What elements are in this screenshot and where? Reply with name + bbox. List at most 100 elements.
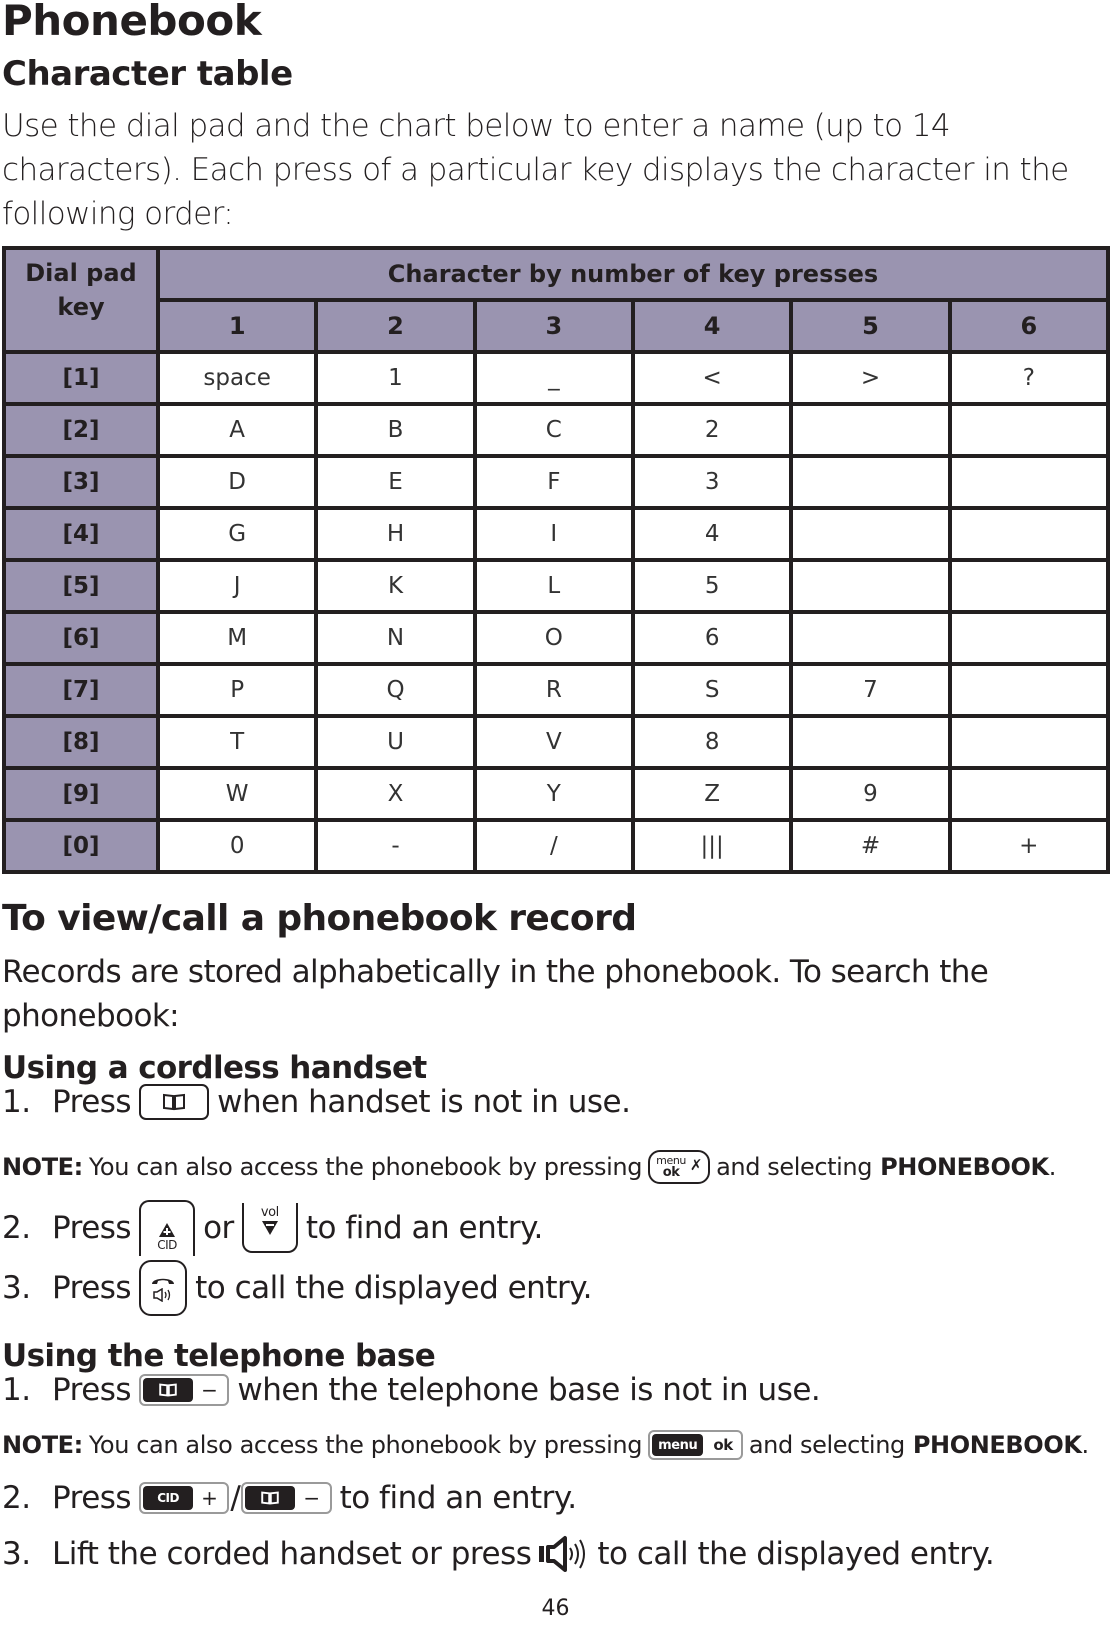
character-cell: T xyxy=(155,714,319,770)
base-note: NOTE: You can also access the phonebook … xyxy=(2,1430,1089,1460)
character-cell: A xyxy=(155,402,319,458)
character-cell: M xyxy=(155,610,319,666)
vol-down-key-icon: vol xyxy=(241,1203,298,1253)
character-cell: X xyxy=(314,766,477,822)
character-cell: J xyxy=(155,558,319,614)
header-press-4: 4 xyxy=(630,298,794,354)
character-cell: I xyxy=(472,506,635,562)
dial-pad-key-cell: [2] xyxy=(2,402,160,458)
base-step-3: 3. Lift the corded handset or press to c… xyxy=(2,1534,995,1574)
character-cell: G xyxy=(155,506,319,562)
character-cell: Y xyxy=(472,766,635,822)
handset-note: NOTE: You can also access the phonebook … xyxy=(2,1150,1056,1184)
header-press-2: 2 xyxy=(314,298,477,354)
character-table: Dial pad key Character by number of key … xyxy=(2,246,1111,874)
character-cell: 5 xyxy=(630,558,794,614)
table-row: [9] W X Y Z 9 xyxy=(2,766,1111,822)
character-cell xyxy=(947,662,1111,718)
character-cell: space xyxy=(155,350,319,406)
base-step-2: 2. Press CID + / − to find an entry. xyxy=(2,1480,577,1516)
character-cell xyxy=(789,714,952,770)
character-cell: V xyxy=(472,714,635,770)
character-cell: # xyxy=(789,818,952,874)
character-cell: > xyxy=(789,350,952,406)
talk-speaker-key-icon xyxy=(139,1260,188,1316)
character-cell xyxy=(947,558,1111,614)
character-cell: W xyxy=(155,766,319,822)
base-phonebook-minus-key-icon: − xyxy=(139,1374,230,1406)
phone-handset-icon xyxy=(152,1278,175,1284)
character-cell xyxy=(947,402,1111,458)
character-cell: Z xyxy=(630,766,794,822)
section-title-view-call: To view/call a phonebook record xyxy=(2,898,637,939)
table-row: [4] G H I 4 xyxy=(2,506,1111,562)
dial-pad-key-cell: [6] xyxy=(2,610,160,666)
character-cell: 9 xyxy=(789,766,952,822)
table-row: [0] 0- / ||| # + xyxy=(2,818,1111,874)
header-key-presses: Character by number of key presses xyxy=(156,246,1110,302)
table-row: [3] D E F 3 xyxy=(2,454,1111,510)
character-cell: ||| xyxy=(630,818,794,874)
header-press-3: 3 xyxy=(472,298,635,354)
table-row: [2] A B C 2 xyxy=(2,402,1111,458)
character-cell: 6 xyxy=(630,610,794,666)
character-cell: P xyxy=(155,662,319,718)
character-cell: - xyxy=(314,818,477,874)
dial-pad-key-cell: [3] xyxy=(2,454,160,510)
phonebook-key-icon xyxy=(139,1084,210,1120)
character-cell xyxy=(947,714,1111,770)
character-cell: E xyxy=(314,454,477,510)
section-title-character-table: Character table xyxy=(2,54,293,94)
character-cell xyxy=(789,454,952,510)
dial-pad-key-cell: [4] xyxy=(2,506,160,562)
base-cid-plus-key-icon: CID + xyxy=(139,1482,230,1514)
character-cell xyxy=(789,506,952,562)
character-cell: D xyxy=(155,454,319,510)
character-cell: Q xyxy=(314,662,477,718)
character-cell: 0 xyxy=(155,818,319,874)
header-press-6: 6 xyxy=(947,298,1111,354)
page-number: 46 xyxy=(541,1596,570,1621)
phonebook-icon xyxy=(143,1378,194,1402)
table-row: [6] M N O 6 xyxy=(2,610,1111,666)
down-triangle-minus-icon xyxy=(261,1221,278,1235)
table-row: [8] T U V 8 xyxy=(2,714,1111,770)
intro-paragraph: Use the dial pad and the chart below to … xyxy=(2,108,1069,232)
character-cell xyxy=(947,506,1111,562)
character-cell: F xyxy=(472,454,635,510)
character-cell: / xyxy=(472,818,635,874)
character-cell: 2 xyxy=(630,402,794,458)
character-cell xyxy=(947,454,1111,510)
mute-icon: ✗ xyxy=(689,1156,703,1174)
table-row: [5] J K L 5 xyxy=(2,558,1111,614)
character-cell: + xyxy=(947,818,1111,874)
cid-up-key-icon: CID xyxy=(139,1200,196,1256)
character-cell xyxy=(789,610,952,666)
dial-pad-key-cell: [8] xyxy=(2,714,160,770)
character-cell xyxy=(789,558,952,614)
character-cell: H xyxy=(314,506,477,562)
character-cell: S xyxy=(630,662,794,718)
header-dial-pad-key: Dial pad key xyxy=(2,246,160,354)
phonebook-icon xyxy=(245,1486,296,1510)
base-menu-ok-key-icon: menu ok xyxy=(648,1430,743,1460)
header-press-5: 5 xyxy=(789,298,952,354)
up-triangle-plus-icon xyxy=(159,1223,176,1237)
character-cell xyxy=(789,402,952,458)
speaker-icon xyxy=(153,1288,171,1302)
character-cell: 8 xyxy=(630,714,794,770)
character-cell: < xyxy=(630,350,794,406)
view-paragraph: Records are stored alphabetically in the… xyxy=(2,954,989,1034)
character-cell: 7 xyxy=(789,662,952,718)
character-cell: _ xyxy=(472,350,635,406)
handset-step-1: 1. Press when handset is not in use. xyxy=(2,1084,631,1120)
character-cell: 3 xyxy=(630,454,794,510)
character-cell: R xyxy=(472,662,635,718)
character-cell xyxy=(947,610,1111,666)
character-cell xyxy=(947,766,1111,822)
character-cell: 4 xyxy=(630,506,794,562)
speakerphone-key-icon xyxy=(537,1534,591,1574)
dial-pad-key-cell: [9] xyxy=(2,766,160,822)
base-step-1: 1. Press − when the telephone base is no… xyxy=(2,1372,821,1408)
handset-step-3: 3. Press to call the displayed entry. xyxy=(2,1260,592,1316)
